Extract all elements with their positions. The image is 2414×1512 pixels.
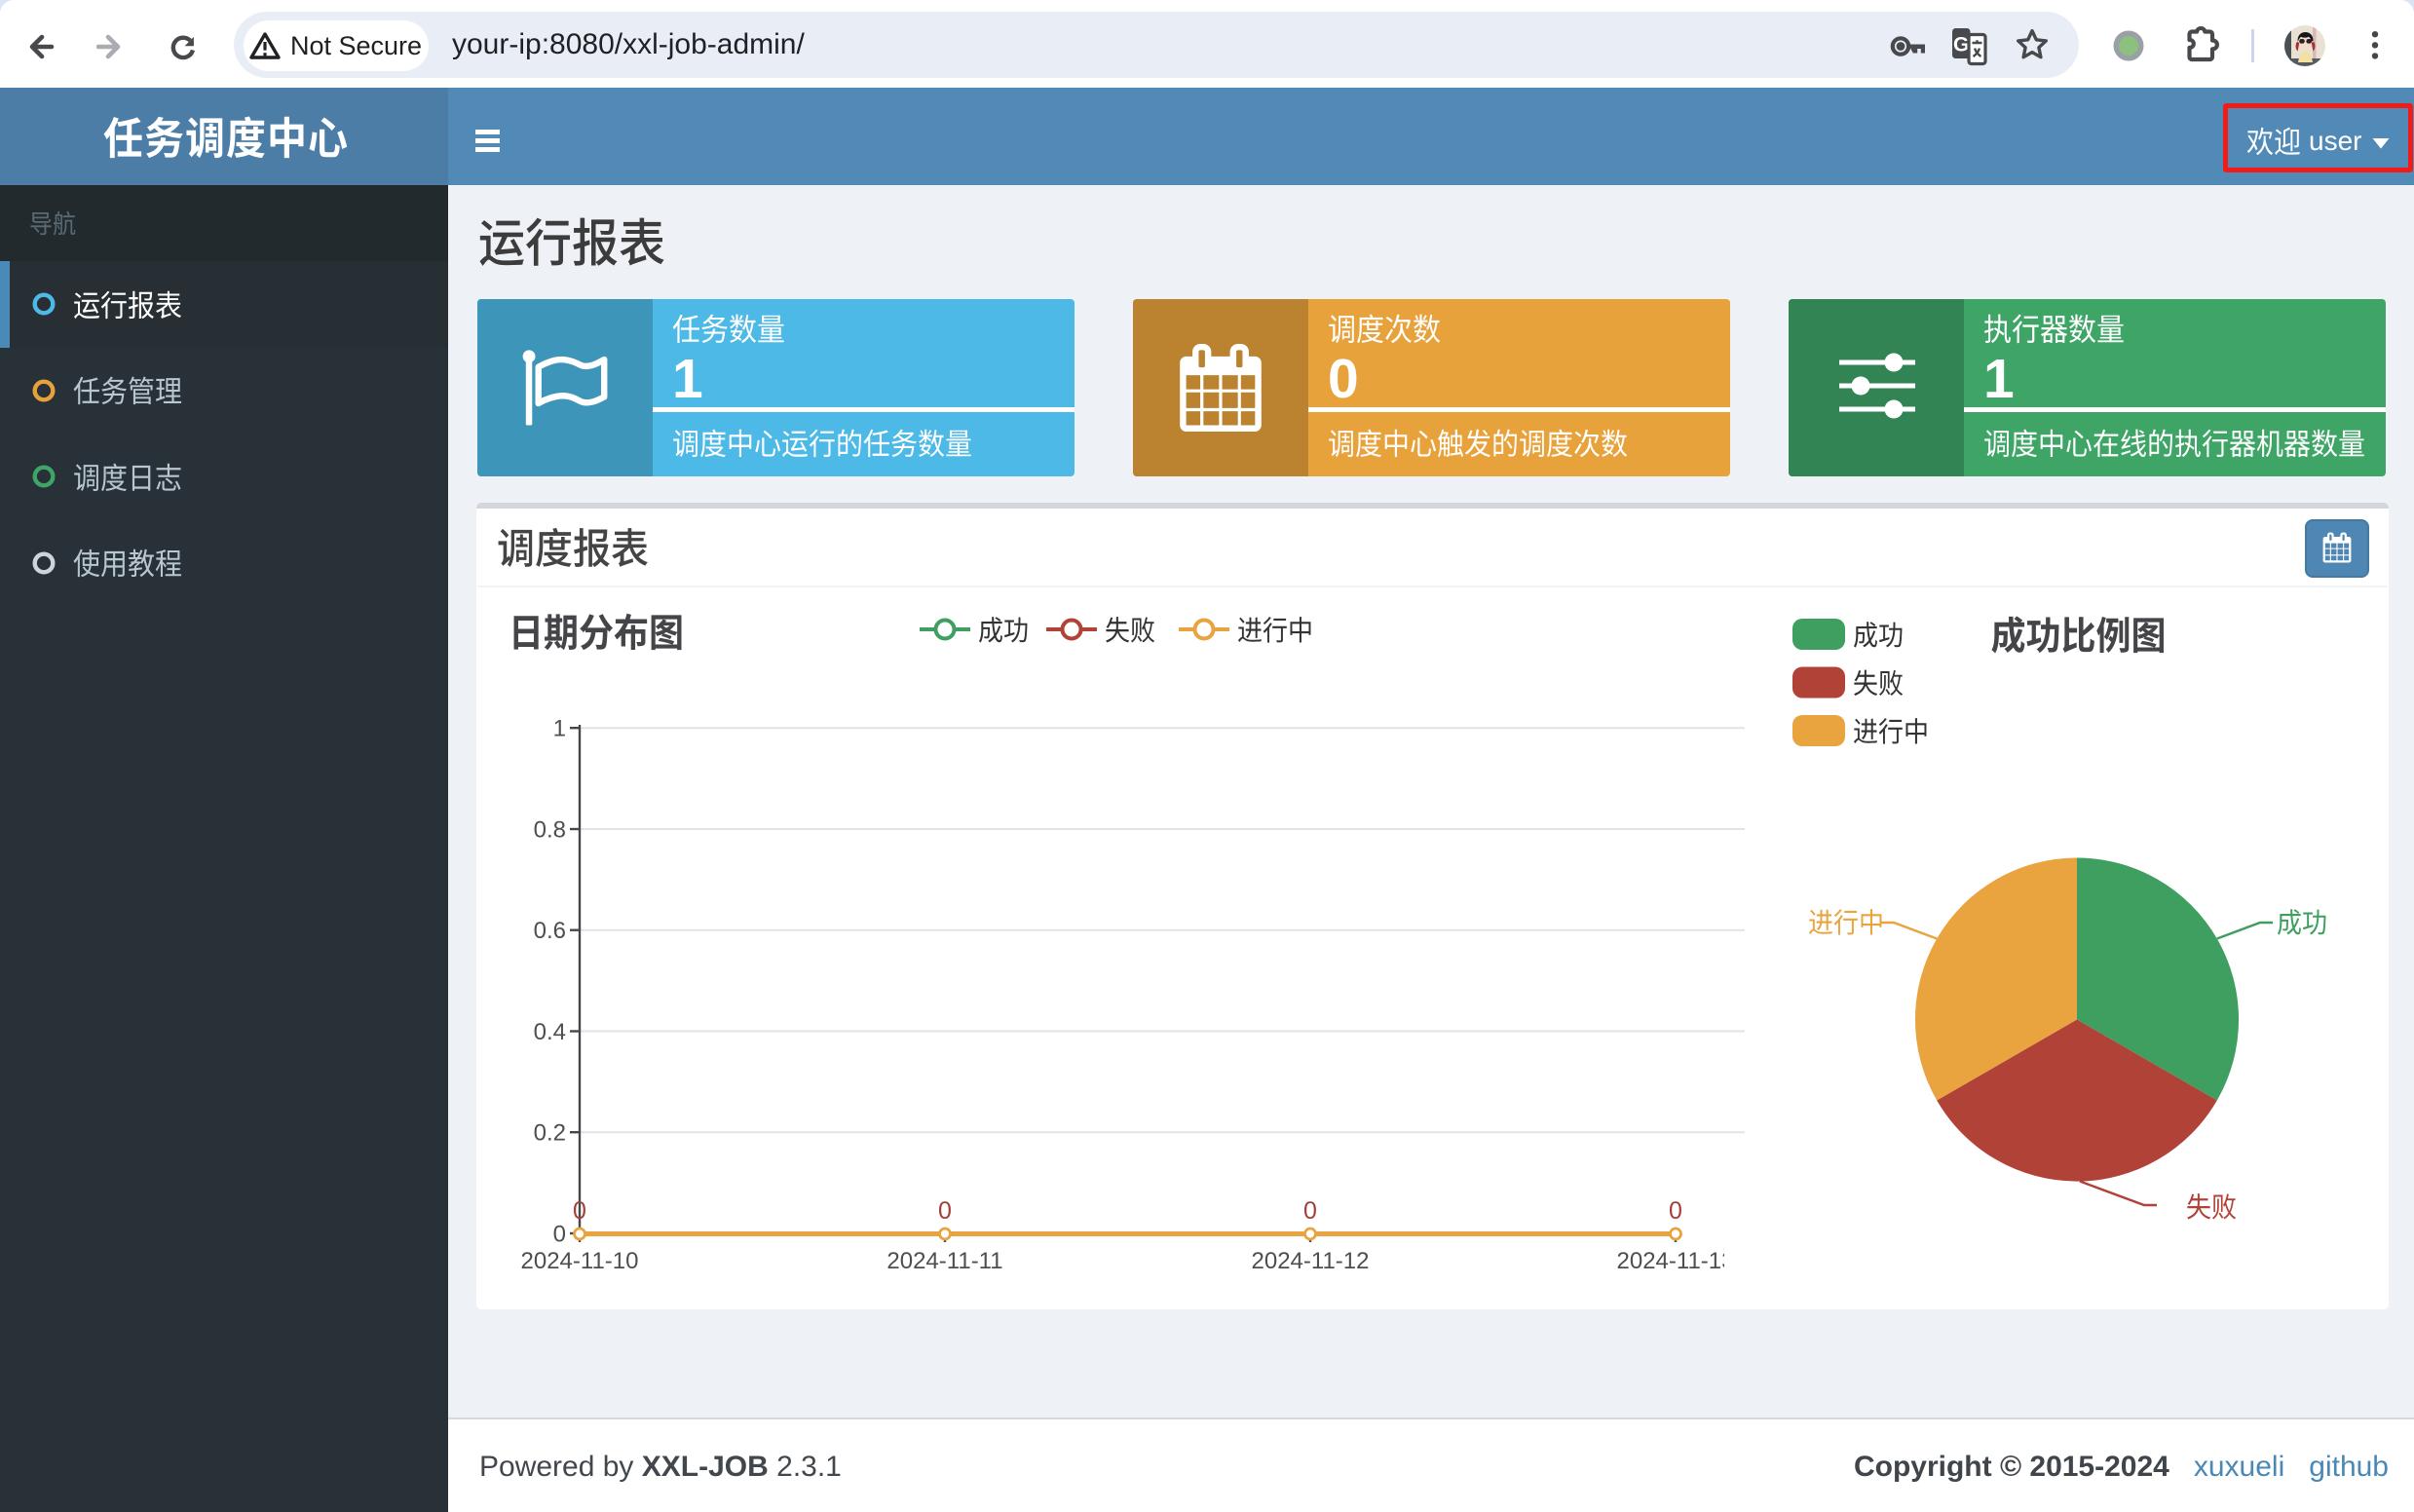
svg-text:0.2: 0.2 [534,1120,566,1147]
svg-text:0: 0 [573,1197,586,1225]
svg-text:2024-11-13: 2024-11-13 [1617,1248,1735,1274]
svg-text:0: 0 [1669,1197,1682,1225]
svg-text:0.6: 0.6 [534,918,566,944]
svg-text:0: 0 [1303,1197,1317,1225]
svg-text:0: 0 [553,1222,566,1248]
svg-text:2024-11-11: 2024-11-11 [886,1248,1002,1274]
svg-text:0: 0 [938,1197,952,1225]
svg-text:0.4: 0.4 [534,1019,566,1045]
svg-text:1: 1 [553,716,566,742]
svg-text:G: G [1953,34,1969,57]
svg-text:2024-11-10: 2024-11-10 [521,1248,639,1274]
svg-text:2024-11-12: 2024-11-12 [1252,1248,1370,1274]
svg-text:0.8: 0.8 [534,817,566,844]
